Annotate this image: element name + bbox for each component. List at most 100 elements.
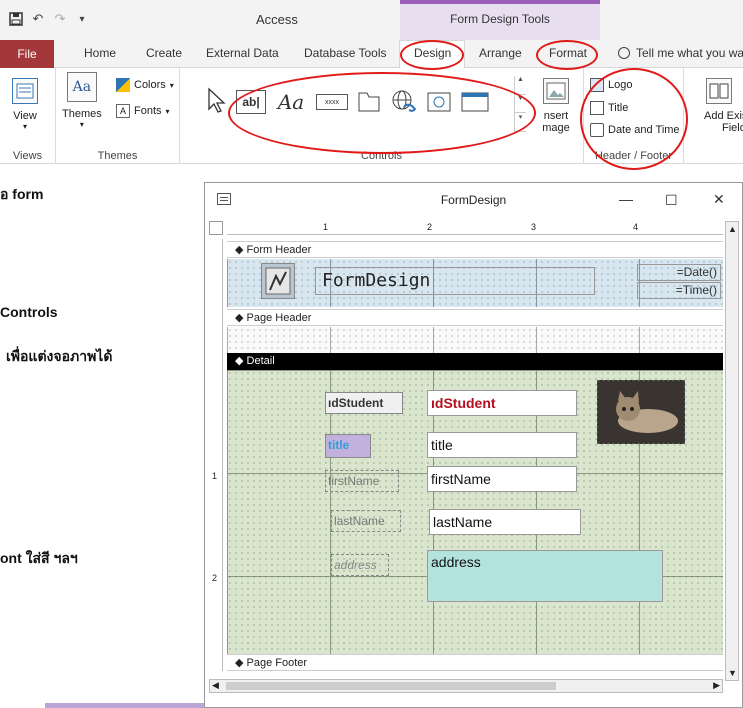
hyperlink-control-icon[interactable] [390,90,418,114]
select-pointer-icon[interactable] [204,87,228,113]
photo-image[interactable] [597,380,685,444]
address-textbox[interactable]: address [427,550,663,602]
button-control-caption: xxxx [325,98,339,106]
background-text-4: ont ใส่สี ฯลฯ [0,550,78,566]
idstudent-label[interactable]: ıdStudent [325,392,403,414]
view-button[interactable]: View ▾ [12,78,38,131]
design-canvas: ◆ Form Header FormDesign =Date() =Time()… [227,239,723,671]
tell-me-box[interactable]: Tell me what you war [636,46,743,60]
time-control[interactable]: =Time() [637,282,721,299]
contextual-accent-strip [400,0,600,4]
label-control-text: Aa [277,90,305,114]
header-footer-group: Logo Title Date and Time Header / Footer [584,68,684,164]
header-footer-group-label: Header / Footer [594,150,673,162]
firstname-textbox[interactable]: firstName [427,466,577,492]
views-group: View ▾ Views [0,68,56,164]
page-footer-bar[interactable]: ◆ Page Footer [227,654,723,671]
lastname-label[interactable]: lastName [331,510,401,532]
gallery-scroll[interactable]: ▲ ▼ ▾ [514,76,526,133]
fonts-icon: A [116,104,130,118]
select-form-box[interactable] [209,221,223,235]
page-footer-label: Page Footer [246,657,308,669]
calendar-clock-icon [590,123,604,137]
background-text-1: อ form [0,186,44,202]
title-label: Title [608,102,629,114]
form-header-bar[interactable]: ◆ Form Header [227,241,723,258]
view-icon [12,78,38,104]
title-field-label[interactable]: title [325,434,371,458]
detail-label: Detail [246,355,275,367]
chevron-up-icon[interactable]: ▲ [515,76,526,95]
logo-button[interactable]: Logo [590,78,632,92]
window-title-bar: FormDesign — ☐ ✕ [205,183,742,217]
firstname-label[interactable]: firstName [325,470,399,492]
button-control-icon[interactable]: xxxx [316,94,348,110]
date-control[interactable]: =Date() [637,264,721,281]
logo-image[interactable] [261,263,295,299]
tab-file[interactable]: File [0,40,54,68]
fonts-label: Fonts [134,105,162,117]
tab-home[interactable]: Home [84,46,116,60]
colors-button[interactable]: Colors ▾ [116,78,174,92]
header-title-control[interactable]: FormDesign [315,267,595,295]
tab-database-tools[interactable]: Database Tools [304,46,387,60]
page-header-label: Page Header [246,312,312,324]
chevron-down-icon: ▾ [165,106,170,116]
ruler-mark-3: 3 [531,222,537,232]
section-arrow-icon: ◆ [235,355,244,367]
scroll-thumb[interactable] [226,682,556,690]
minimize-icon[interactable]: — [619,191,633,207]
background-text-3: เพื่อแต่งจอภาพได้ [6,348,113,364]
controls-group-label: Controls [361,150,402,162]
chevron-down-icon[interactable]: ▼ [515,95,526,114]
detail-bar[interactable]: ◆ Detail [227,353,723,370]
web-browser-control-icon[interactable] [426,90,452,114]
chevron-down-icon[interactable]: ▼ [728,668,737,678]
redo-icon[interactable]: ↷ [52,11,68,27]
date-time-button[interactable]: Date and Time [590,123,680,137]
chevron-left-icon[interactable]: ◀ [212,680,219,691]
maximize-icon[interactable]: ☐ [665,192,678,209]
tab-format[interactable]: Format [549,46,587,60]
more-icon[interactable]: ▾ [515,113,526,133]
vertical-scrollbar[interactable]: ▲ ▼ [725,221,739,681]
tab-design[interactable]: Design [414,46,451,60]
save-icon[interactable] [8,11,24,27]
page-header-area [227,327,723,353]
close-icon[interactable]: ✕ [713,191,725,208]
colors-label: Colors [134,79,166,91]
tab-create[interactable]: Create [146,46,182,60]
title-textbox[interactable]: title [427,432,577,458]
chevron-right-icon[interactable]: ▶ [713,680,720,691]
textbox-control-icon[interactable]: ab| [236,90,266,114]
view-label: View [13,110,37,122]
label-control-icon[interactable]: Aa [274,90,308,114]
colors-icon [116,78,130,92]
window-title: FormDesign [440,193,507,207]
horizontal-scrollbar[interactable]: ◀ ▶ [209,679,723,693]
add-existing-fields-button[interactable]: Add Exis Field [696,78,743,134]
ruler-mark-left-1: 1 [212,471,218,481]
textbox-control-label: ab| [242,95,260,109]
tab-external-data[interactable]: External Data [206,46,279,60]
themes-button[interactable]: Aa Themes ▾ [62,72,102,129]
page-header-bar[interactable]: ◆ Page Header [227,309,723,326]
insert-image-button[interactable]: nsert mage [532,78,580,134]
title-button[interactable]: Title [590,101,628,115]
tab-arrange[interactable]: Arrange [479,46,522,60]
form-design-window: FormDesign — ☐ ✕ 1 2 3 4 1 2 ◆ Form Head… [204,182,743,708]
navigation-control-icon[interactable] [460,90,490,114]
chevron-up-icon[interactable]: ▲ [728,224,737,234]
insert-image-line2: mage [542,122,570,134]
customize-qat-icon[interactable]: ▾ [74,11,90,27]
themes-group-label: Themes [97,150,138,162]
tab-control-icon[interactable] [356,90,382,114]
controls-gallery: ab| Aa xxxx [196,76,512,132]
idstudent-textbox[interactable]: ıdStudent [427,390,577,416]
address-label[interactable]: address [331,554,389,576]
fonts-button[interactable]: A Fonts ▾ [116,104,170,118]
lastname-textbox[interactable]: lastName [429,509,581,535]
ribbon: View ▾ Views Aa Themes ▾ Colors ▾ A Font… [0,68,743,164]
title-icon [590,101,604,115]
undo-icon[interactable]: ↶ [30,11,46,27]
